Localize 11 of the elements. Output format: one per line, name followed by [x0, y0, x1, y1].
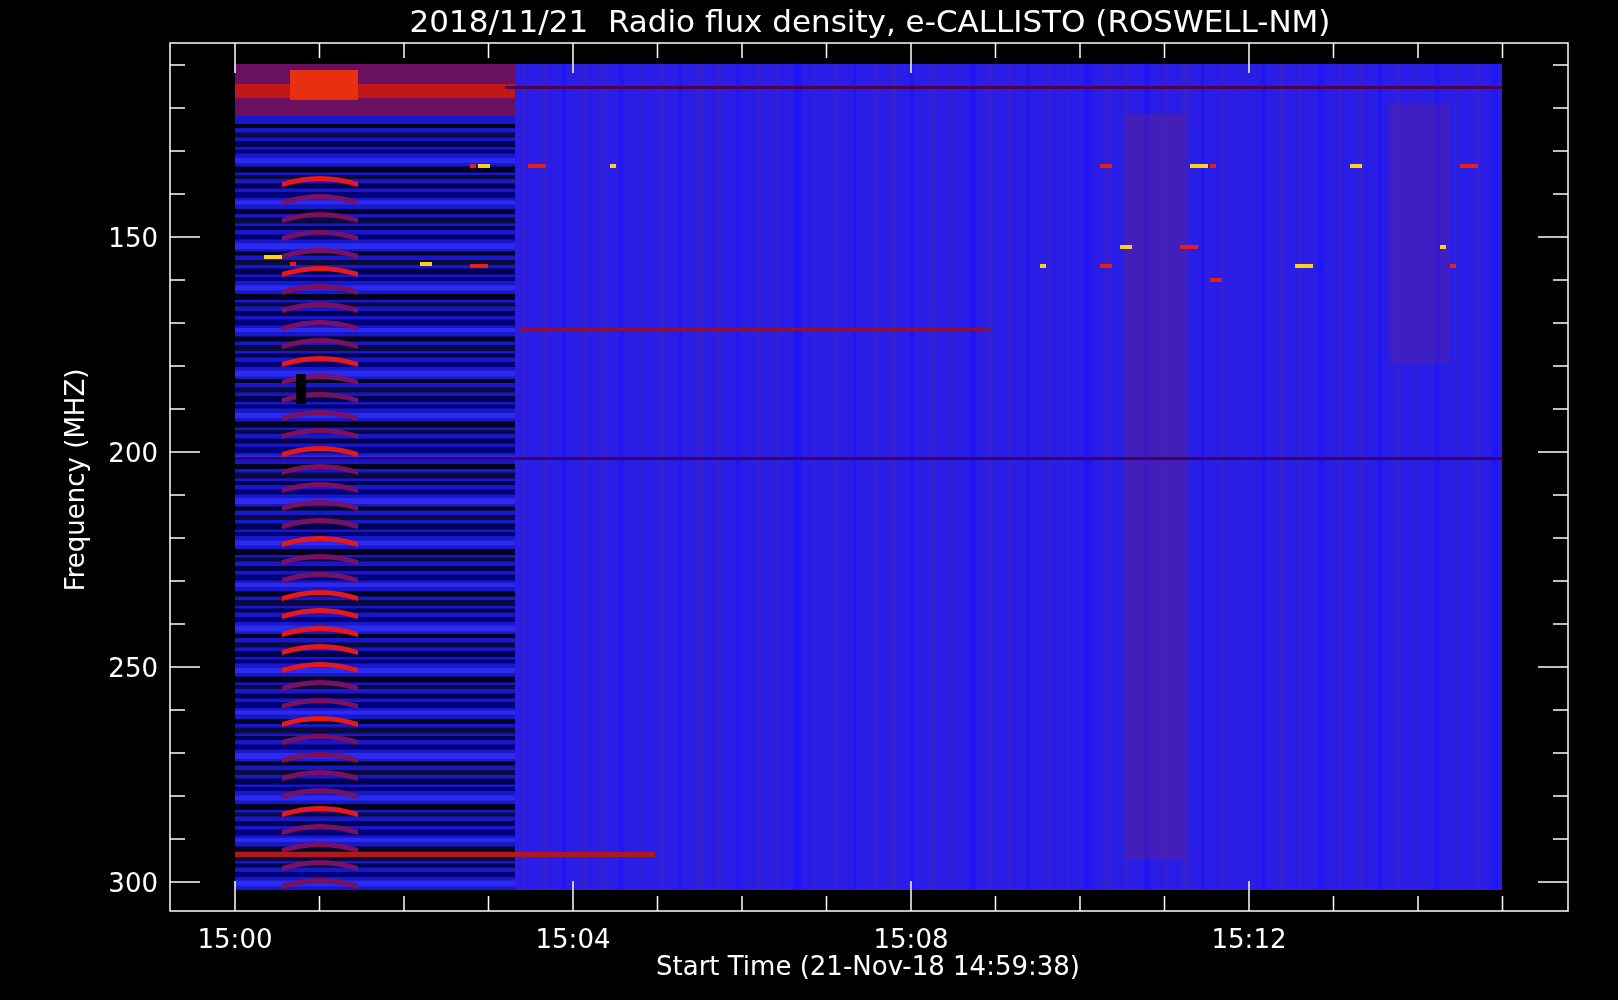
y-tick-label: 200	[108, 438, 158, 468]
x-tick-label: 15:12	[1211, 924, 1287, 954]
x-tick-label: 15:00	[197, 924, 273, 954]
y-tick-label: 300	[108, 868, 158, 898]
x-tick-label: 15:08	[873, 924, 949, 954]
chart-title: 2018/11/21 Radio flux density, e-CALLISTO (ROSWELL-NM)	[409, 3, 1331, 39]
y-axis-label: Frequency (MHZ)	[60, 368, 90, 592]
x-tick-label: 15:04	[535, 924, 611, 954]
x-axis-label: Start Time (21-Nov-18 14:59:38)	[656, 951, 1080, 981]
y-tick-label: 150	[108, 223, 158, 253]
y-tick-label: 250	[108, 653, 158, 683]
